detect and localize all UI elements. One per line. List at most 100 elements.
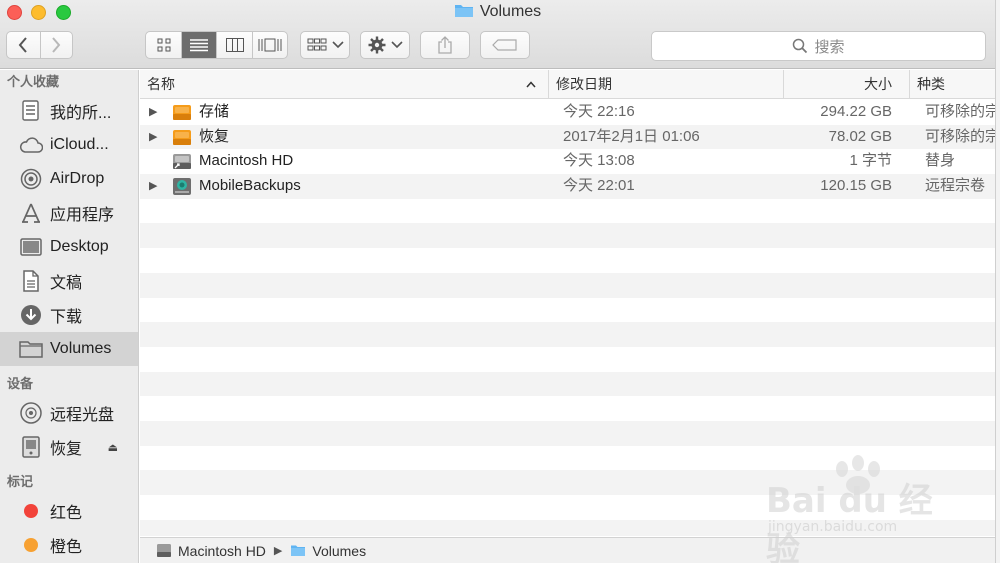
orange-drive-icon [173, 105, 191, 120]
file-name: 存储 [199, 103, 230, 120]
empty-row [140, 198, 995, 224]
action-button[interactable] [360, 31, 410, 59]
empty-row [140, 322, 995, 347]
column-header-kind[interactable]: 种类 [909, 70, 995, 99]
list-column-headers: 名称 修改日期 大小 种类 [140, 70, 995, 99]
red-tag-dot-icon [19, 499, 43, 523]
sidebar-item-label: AirDrop [50, 170, 105, 187]
empty-row [140, 272, 995, 298]
disclosure-triangle-icon[interactable]: ▶ [149, 174, 157, 199]
sidebar-item-label: Desktop [50, 238, 109, 255]
window-title-text: Volumes [479, 3, 542, 20]
chevron-right-icon: ▶ [273, 545, 283, 557]
sidebar-item-remote-disc[interactable]: 远程光盘 [0, 396, 138, 430]
file-kind: 远程宗卷 [925, 177, 986, 195]
file-modified: 2017年2月1日 01:06 [563, 127, 700, 145]
sidebar-section-favorites: 个人收藏 [7, 74, 60, 89]
sidebar-item-desktop[interactable]: Desktop [0, 230, 138, 264]
sidebar-item-label: 应用程序 [50, 207, 115, 224]
download-icon [19, 303, 43, 327]
file-name: 恢复 [199, 127, 230, 145]
watermark-url: jingyan.baidu.com [768, 519, 898, 535]
arrange-button[interactable] [300, 31, 350, 59]
table-row[interactable]: ▶ 存储 今天 22:16 294.22 GB 可移除的宗卷 [140, 100, 995, 125]
sidebar-item-label: 远程光盘 [50, 407, 115, 424]
empty-row [140, 297, 995, 323]
column-header-modified[interactable]: 修改日期 [548, 70, 783, 99]
search-input[interactable]: 搜索 [651, 31, 986, 61]
sidebar-section-tags: 标记 [7, 474, 34, 489]
applications-icon [19, 201, 43, 225]
sidebar-item-tag-orange[interactable]: 橙色 [0, 528, 138, 562]
chevron-right-icon [52, 37, 61, 53]
sidebar-item-label: 我的所... [50, 105, 112, 122]
path-item-macintosh-hd[interactable]: Macintosh HD [178, 543, 266, 559]
sidebar: 个人收藏 我的所... iCloud... AirDrop 应用程序 Deskt… [0, 70, 139, 563]
list-icon [190, 39, 209, 52]
chevron-left-icon [18, 37, 28, 53]
file-kind: 替身 [925, 152, 956, 170]
airdrop-icon [19, 167, 43, 191]
share-button[interactable] [420, 31, 470, 59]
sidebar-item-all-my-files[interactable]: 我的所... [0, 94, 138, 128]
grid-icon [157, 38, 171, 52]
sidebar-item-documents[interactable]: 文稿 [0, 264, 138, 298]
column-header-name-label: 名称 [147, 76, 175, 92]
file-name: MobileBackups [199, 177, 301, 195]
disc-icon [19, 401, 43, 425]
sidebar-item-recovery[interactable]: 恢复 ⏏ [0, 430, 138, 464]
empty-row [140, 420, 995, 446]
sidebar-item-label: iCloud... [50, 136, 109, 153]
search-placeholder: 搜索 [814, 38, 845, 56]
sidebar-item-icloud[interactable]: iCloud... [0, 128, 138, 162]
sidebar-item-tag-red[interactable]: 红色 [0, 494, 138, 528]
drive-icon [19, 435, 43, 459]
table-row[interactable]: ▶ MobileBackups 今天 22:01 120.15 GB 远程宗卷 [140, 174, 995, 199]
column-header-size-label: 大小 [864, 76, 892, 92]
background-window-edge [995, 0, 1000, 563]
column-header-name[interactable]: 名称 [140, 70, 548, 99]
list-view-button[interactable] [181, 32, 217, 58]
tag-button[interactable] [480, 31, 530, 59]
column-header-kind-label: 种类 [917, 76, 945, 92]
folder-icon [454, 5, 473, 17]
disclosure-triangle-icon[interactable]: ▶ [149, 125, 157, 150]
sidebar-item-volumes[interactable]: Volumes [0, 332, 138, 366]
window-toolbar: Volumes 搜索 [0, 0, 995, 69]
empty-row [140, 396, 995, 421]
path-item-volumes[interactable]: Volumes [312, 543, 366, 559]
sidebar-item-applications[interactable]: 应用程序 [0, 196, 138, 230]
sidebar-section-devices: 设备 [7, 376, 34, 391]
file-modified: 今天 13:08 [563, 152, 635, 170]
empty-row [140, 223, 995, 249]
folder-icon [19, 337, 43, 361]
view-mode-buttons [145, 31, 288, 59]
chevron-down-icon [390, 41, 403, 49]
sidebar-item-label: 文稿 [50, 275, 83, 292]
forward-button[interactable] [39, 32, 73, 58]
share-icon [438, 36, 452, 54]
arrange-grid-icon [307, 38, 326, 51]
empty-row [140, 371, 995, 397]
network-drive-icon [173, 178, 191, 196]
watermark-text: Bai du 经验 [766, 481, 933, 563]
table-row[interactable]: ▶ 恢复 2017年2月1日 01:06 78.02 GB 可移除的宗卷 [140, 124, 995, 150]
disclosure-triangle-icon[interactable]: ▶ [149, 100, 157, 125]
all-files-icon [19, 99, 43, 123]
column-header-size[interactable]: 大小 [783, 70, 909, 99]
sidebar-item-label: 恢复 [50, 441, 83, 458]
baidu-watermark: Bai du 经验 jingyan.baidu.com [766, 455, 946, 563]
table-row[interactable]: Macintosh HD 今天 13:08 1 字节 替身 [140, 149, 995, 175]
file-kind: 可移除的宗卷 [925, 103, 995, 120]
eject-icon[interactable]: ⏏ [108, 441, 118, 454]
cover-flow-view-button[interactable] [251, 32, 287, 58]
sidebar-item-airdrop[interactable]: AirDrop [0, 162, 138, 196]
column-header-modified-label: 修改日期 [556, 76, 612, 92]
back-button[interactable] [7, 32, 40, 58]
cover-flow-icon [258, 38, 282, 52]
sidebar-item-downloads[interactable]: 下载 [0, 298, 138, 332]
column-view-button[interactable] [216, 32, 251, 58]
icon-view-button[interactable] [146, 32, 181, 58]
orange-tag-dot-icon [19, 533, 43, 557]
columns-icon [225, 38, 244, 52]
